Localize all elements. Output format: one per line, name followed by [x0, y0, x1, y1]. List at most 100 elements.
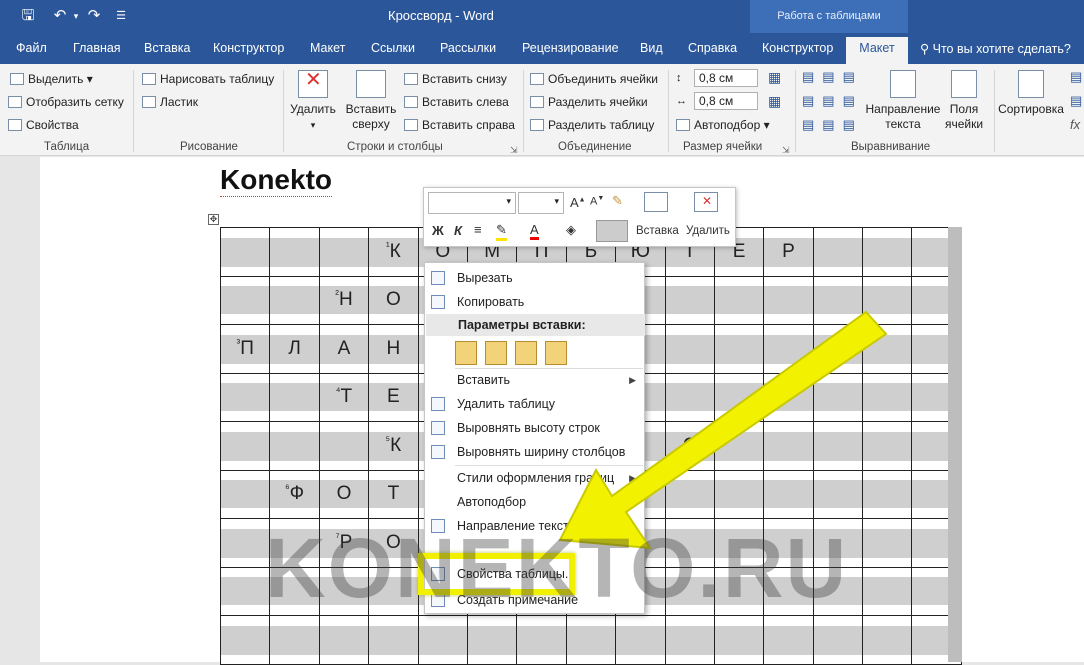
- align-bottom-icons[interactable]: ▤▤▤: [802, 117, 863, 133]
- table-move-handle-icon[interactable]: ✥: [208, 214, 219, 225]
- table-cell[interactable]: [763, 615, 814, 665]
- menu-item-distribute-columns[interactable]: Выровнять ширину столбцов: [425, 441, 644, 463]
- save-icon[interactable]: 🖫: [18, 6, 38, 26]
- borders-icon[interactable]: [596, 220, 628, 242]
- sort-button[interactable]: Сортировка: [996, 70, 1066, 117]
- paste-picture-icon[interactable]: [515, 341, 537, 365]
- tab-design[interactable]: Конструктор: [213, 41, 284, 55]
- table-cell[interactable]: [812, 227, 864, 277]
- table-cell[interactable]: [664, 566, 715, 616]
- italic-button[interactable]: К: [454, 223, 462, 238]
- table-cell[interactable]: [862, 421, 913, 471]
- table-cell[interactable]: [219, 275, 271, 325]
- table-cell[interactable]: [812, 566, 864, 616]
- table-cell[interactable]: [269, 227, 320, 277]
- align-middle-icons[interactable]: ▤▤▤: [802, 93, 863, 109]
- table-cell[interactable]: С: [664, 421, 715, 471]
- table-cell[interactable]: ⁶Ф: [269, 469, 320, 519]
- table-cell[interactable]: [664, 615, 715, 665]
- table-cell[interactable]: ⁷Р: [318, 518, 370, 568]
- shading-icon[interactable]: ◈: [566, 222, 576, 238]
- undo-dropdown-icon[interactable]: ▾: [70, 6, 82, 26]
- undo-icon[interactable]: ↶: [50, 6, 70, 26]
- paste-keep-format-icon[interactable]: [455, 341, 477, 365]
- table-cell[interactable]: [713, 275, 765, 325]
- view-gridlines-button[interactable]: Отобразить сетку: [8, 94, 124, 110]
- insert-above-button[interactable]: Вставить сверху: [345, 70, 397, 132]
- dialog-launcher-icon[interactable]: ⇲: [782, 142, 790, 158]
- table-cell[interactable]: [516, 615, 567, 665]
- table-cell[interactable]: [713, 566, 765, 616]
- table-cell[interactable]: Е: [368, 372, 419, 422]
- font-name-box[interactable]: ▾: [428, 192, 516, 214]
- table-cell[interactable]: [763, 469, 814, 519]
- table-cell[interactable]: [318, 227, 370, 277]
- table-cell[interactable]: [862, 227, 913, 277]
- select-button[interactable]: Выделить ▾: [10, 71, 93, 87]
- table-cell[interactable]: Н: [368, 324, 419, 374]
- tab-help[interactable]: Справка: [688, 41, 737, 55]
- table-cell[interactable]: [664, 372, 715, 422]
- insert-left-button[interactable]: Вставить слева: [404, 94, 509, 110]
- tab-review[interactable]: Рецензирование: [522, 41, 619, 55]
- table-cell[interactable]: [466, 615, 518, 665]
- table-cell[interactable]: [812, 324, 864, 374]
- table-cell[interactable]: [318, 615, 370, 665]
- distribute-rows-icon[interactable]: ▦: [768, 69, 781, 85]
- table-cell[interactable]: [664, 324, 715, 374]
- table-cell[interactable]: [219, 421, 271, 471]
- menu-item-cut[interactable]: Вырезать: [425, 267, 644, 289]
- table-cell[interactable]: [269, 518, 320, 568]
- table-cell[interactable]: [713, 518, 765, 568]
- table-cell[interactable]: [862, 469, 913, 519]
- table-cell[interactable]: Т: [368, 469, 419, 519]
- table-cell[interactable]: ¹К: [368, 227, 419, 277]
- table-cell[interactable]: [219, 615, 271, 665]
- table-cell[interactable]: [269, 421, 320, 471]
- shrink-font-icon[interactable]: A▼: [590, 195, 604, 208]
- table-cell[interactable]: О: [318, 469, 370, 519]
- insert-icon[interactable]: [644, 192, 668, 212]
- tab-table-design[interactable]: Конструктор: [762, 41, 833, 55]
- table-cell[interactable]: А: [318, 324, 370, 374]
- properties-button[interactable]: Свойства: [8, 117, 79, 133]
- table-cell[interactable]: [219, 566, 271, 616]
- font-color-icon[interactable]: A: [530, 222, 539, 240]
- table-cell[interactable]: [713, 421, 765, 471]
- table-cell[interactable]: [763, 275, 814, 325]
- table-cell[interactable]: [664, 518, 715, 568]
- merge-cells-button[interactable]: Объединить ячейки: [530, 71, 658, 87]
- table-cell[interactable]: [713, 469, 765, 519]
- eraser-button[interactable]: Ластик: [142, 94, 198, 110]
- delete-button[interactable]: ✕ Удалить ▾: [288, 70, 338, 133]
- table-cell[interactable]: [318, 421, 370, 471]
- tab-home[interactable]: Главная: [73, 41, 121, 55]
- table-cell[interactable]: ²Н: [318, 275, 370, 325]
- table-cell[interactable]: [763, 421, 814, 471]
- table-cell[interactable]: [664, 275, 715, 325]
- font-size-box[interactable]: ▾: [518, 192, 564, 214]
- table-cell[interactable]: [812, 518, 864, 568]
- table-cell[interactable]: [713, 372, 765, 422]
- delete-icon[interactable]: ✕: [694, 192, 718, 212]
- draw-table-button[interactable]: Нарисовать таблицу: [142, 71, 274, 87]
- split-table-button[interactable]: Разделить таблицу: [530, 117, 654, 133]
- table-cell[interactable]: [269, 566, 320, 616]
- text-direction-button[interactable]: Направление текста: [864, 70, 942, 132]
- table-cell[interactable]: [862, 275, 913, 325]
- column-width-input[interactable]: 0,8 см: [694, 92, 758, 110]
- repeat-header-icon[interactable]: ▤: [1070, 69, 1082, 85]
- table-cell[interactable]: [269, 275, 320, 325]
- table-cell[interactable]: О: [368, 275, 419, 325]
- tab-mailings[interactable]: Рассылки: [440, 41, 496, 55]
- table-cell[interactable]: ³П: [219, 324, 271, 374]
- table-cell[interactable]: [862, 518, 913, 568]
- customize-qat-icon[interactable]: ☰: [114, 6, 128, 26]
- table-cell[interactable]: [763, 372, 814, 422]
- tell-me-search[interactable]: ⚲ Что вы хотите сделать?: [920, 41, 1071, 56]
- split-cells-button[interactable]: Разделить ячейки: [530, 94, 648, 110]
- menu-item-delete-table[interactable]: Удалить таблицу: [425, 393, 644, 415]
- table-cell[interactable]: [713, 615, 765, 665]
- table-cell[interactable]: [763, 566, 814, 616]
- tab-references[interactable]: Ссылки: [371, 41, 415, 55]
